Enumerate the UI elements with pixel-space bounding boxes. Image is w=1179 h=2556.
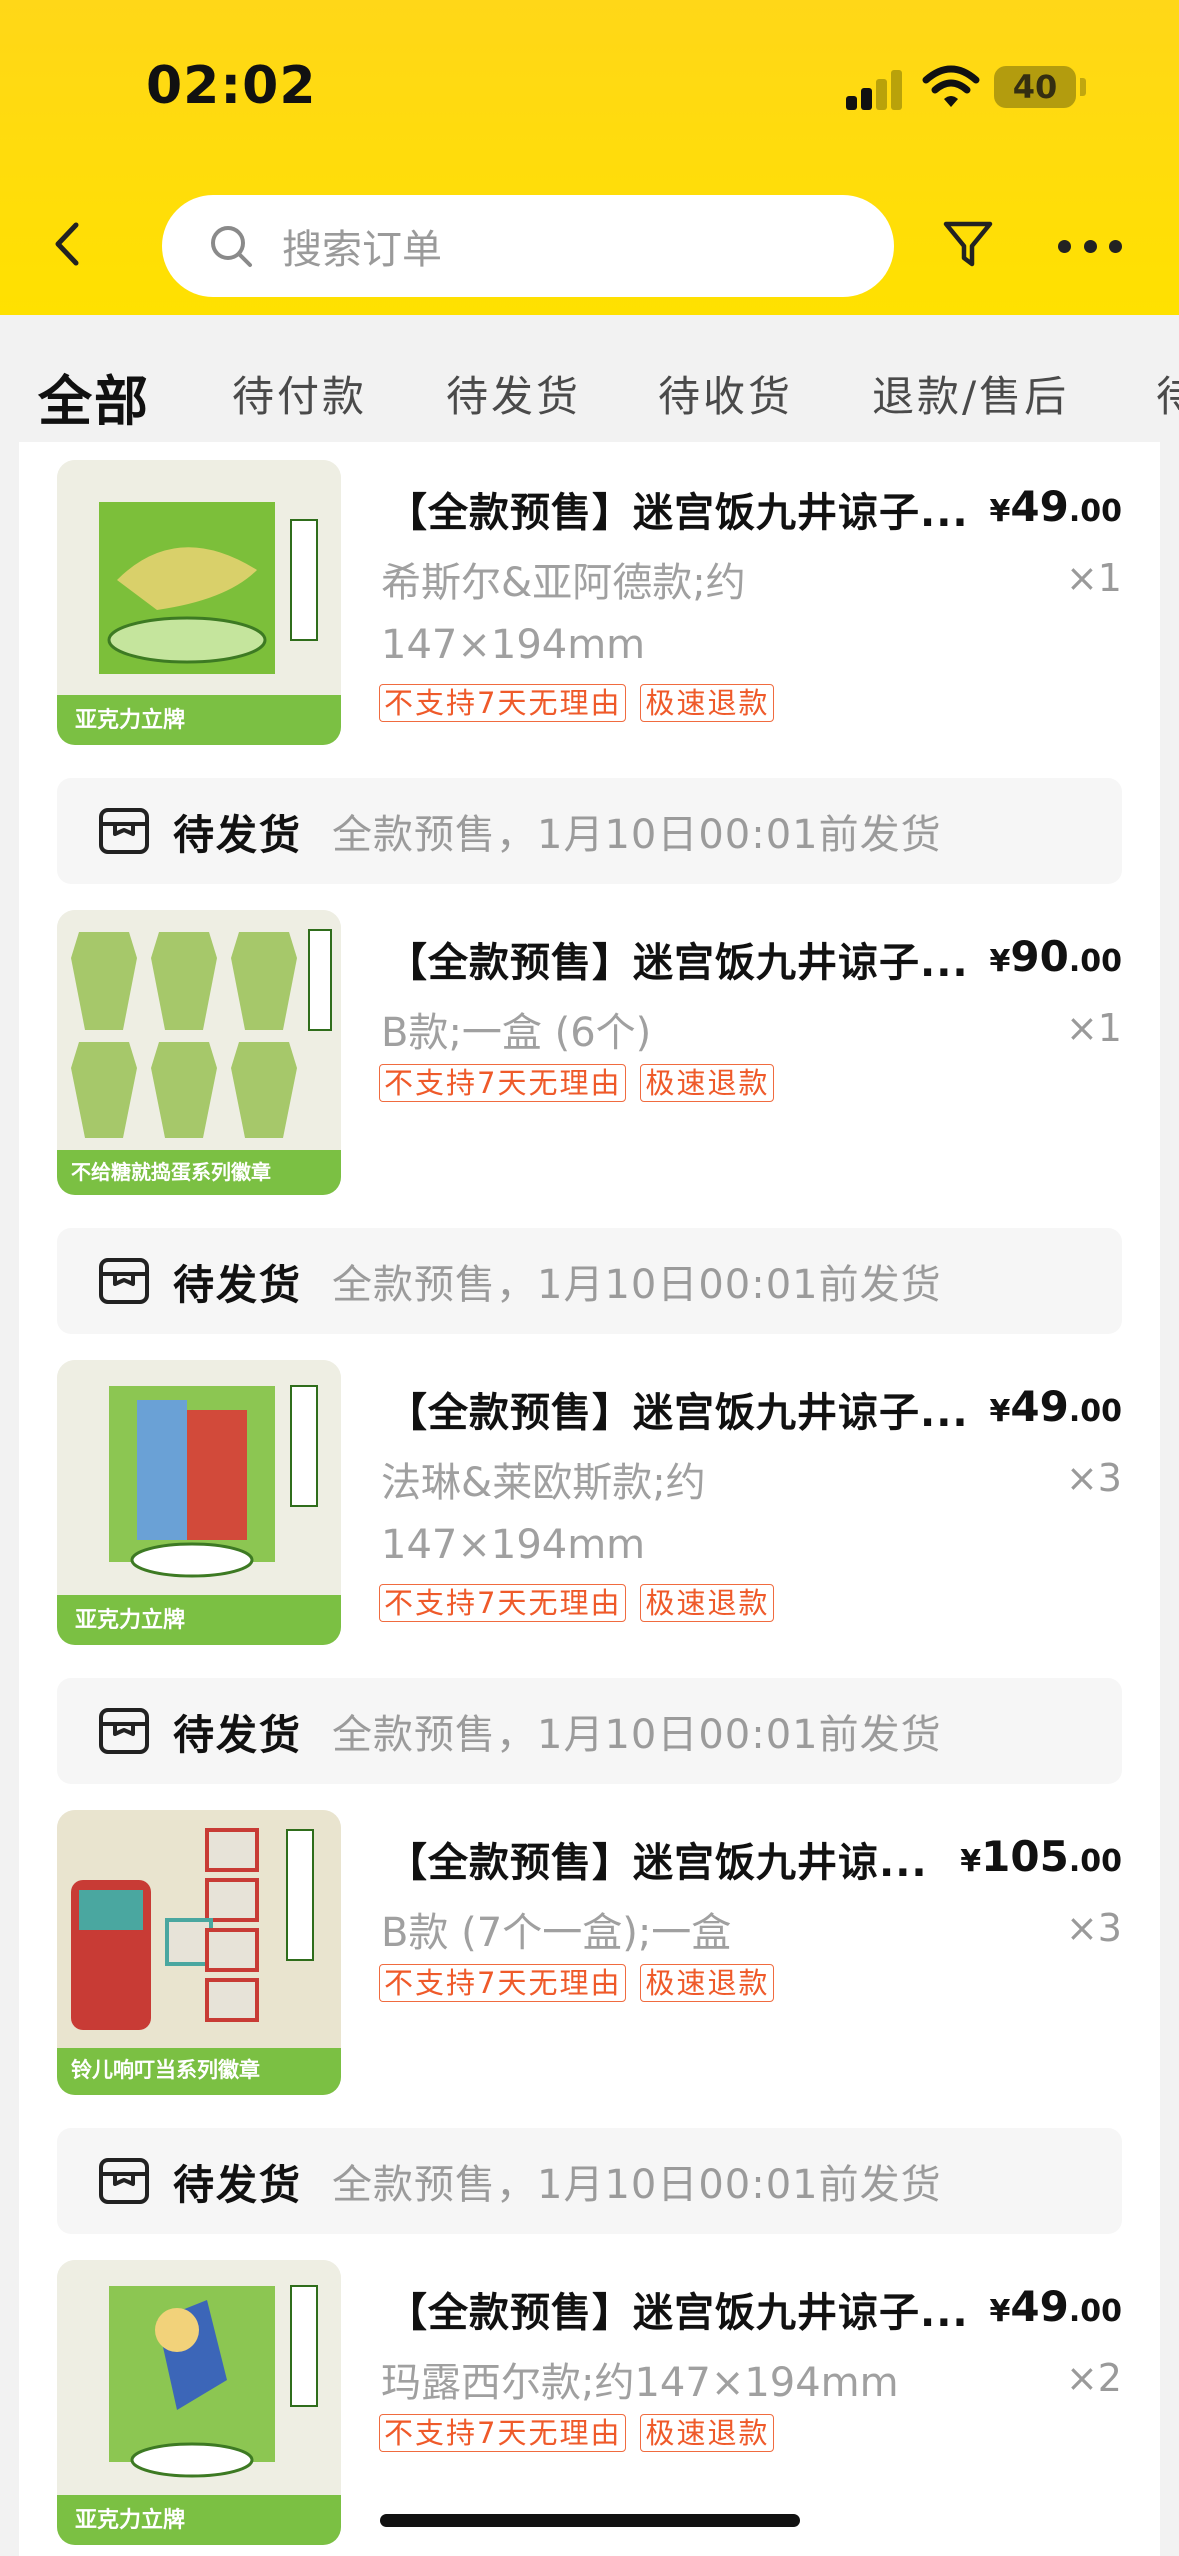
- order-status-bar: 待发货 全款预售，1月10日00:01前发货: [57, 1678, 1122, 1784]
- status-label: 待发货: [173, 1261, 302, 1309]
- product-spec: 玛露西尔款;约147×194mm: [381, 2360, 899, 2406]
- order-status-bar: 待发货 全款预售，1月10日00:01前发货: [57, 778, 1122, 884]
- tab-pending-receipt[interactable]: 待收货: [658, 363, 793, 424]
- tag-no-7day-return: 不支持7天无理由: [379, 684, 627, 722]
- tag-row: 不支持7天无理由 极速退款: [379, 1964, 775, 2002]
- tag-fast-refund: 极速退款: [640, 1964, 775, 2002]
- tab-refund-aftersale[interactable]: 退款/售后: [872, 363, 1069, 424]
- order-item[interactable]: 亚克力立牌 【全款预售】迷宫饭九井谅子... ¥49.00 法琳&莱欧斯款;约1…: [57, 1360, 1122, 1645]
- product-image-badges: [57, 910, 341, 1195]
- order-list[interactable]: 亚克力立牌 【全款预售】迷宫饭九井谅子... ¥49.00 希斯尔&亚阿德款;约…: [19, 442, 1160, 2556]
- product-quantity: ×3: [1065, 1456, 1122, 1500]
- product-title[interactable]: 【全款预售】迷宫饭九井谅子...: [387, 2280, 1019, 2338]
- tag-fast-refund: 极速退款: [640, 2414, 775, 2452]
- product-spec: B款 (7个一盒);一盒: [381, 1910, 732, 1956]
- product-thumbnail[interactable]: 不给糖就捣蛋系列徽章: [57, 910, 341, 1195]
- product-price: ¥49.00: [989, 1382, 1122, 1431]
- product-title[interactable]: 【全款预售】迷宫饭九井谅...: [387, 1830, 987, 1888]
- order-status-bar: 待发货 全款预售，1月10日00:01前发货: [57, 2128, 1122, 2234]
- status-label: 待发货: [173, 2161, 302, 2209]
- product-price: ¥90.00: [989, 932, 1122, 981]
- tab-pending-shipment[interactable]: 待发货: [446, 363, 581, 424]
- tab-pending-payment[interactable]: 待付款: [232, 363, 367, 424]
- status-time: 02:02: [146, 56, 317, 116]
- package-icon: [99, 2158, 149, 2204]
- product-thumbnail[interactable]: 亚克力立牌: [57, 460, 341, 745]
- order-item[interactable]: 铃儿响叮当系列徽章 【全款预售】迷宫饭九井谅... ¥105.00 B款 (7个…: [57, 1810, 1122, 2095]
- thumbnail-caption: 亚克力立牌: [75, 2508, 186, 2533]
- product-title[interactable]: 【全款预售】迷宫饭九井谅子...: [387, 480, 1019, 538]
- order-tabs: 全部 待付款 待发货 待收货 退款/售后 待: [0, 315, 1179, 442]
- status-description: 全款预售，1月10日00:01前发货: [332, 2162, 942, 2208]
- chevron-left-icon: [55, 222, 79, 266]
- status-label: 待发货: [173, 811, 302, 859]
- product-thumbnail[interactable]: 亚克力立牌: [57, 2260, 341, 2545]
- tag-row: 不支持7天无理由 极速退款: [379, 2414, 775, 2452]
- status-description: 全款预售，1月10日00:01前发货: [332, 1712, 942, 1758]
- product-title[interactable]: 【全款预售】迷宫饭九井谅子...: [387, 930, 1019, 988]
- tag-fast-refund: 极速退款: [640, 1064, 775, 1102]
- order-item[interactable]: 不给糖就捣蛋系列徽章 【全款预售】迷宫饭九井谅子... ¥90.00 B款;一盒…: [57, 910, 1122, 1195]
- product-title[interactable]: 【全款预售】迷宫饭九井谅子...: [387, 1380, 1019, 1438]
- product-thumbnail[interactable]: 铃儿响叮当系列徽章: [57, 1810, 341, 2095]
- product-quantity: ×1: [1065, 556, 1122, 600]
- status-label: 待发货: [173, 1711, 302, 1759]
- package-icon: [99, 1708, 149, 1754]
- tag-fast-refund: 极速退款: [640, 1584, 775, 1622]
- tag-no-7day-return: 不支持7天无理由: [379, 1064, 627, 1102]
- status-description: 全款预售，1月10日00:01前发货: [332, 812, 942, 858]
- order-item[interactable]: 亚克力立牌 【全款预售】迷宫饭九井谅子... ¥49.00 希斯尔&亚阿德款;约…: [57, 460, 1122, 745]
- tag-row: 不支持7天无理由 极速退款: [379, 684, 775, 722]
- tag-fast-refund: 极速退款: [640, 684, 775, 722]
- tab-overflow[interactable]: 待: [1156, 363, 1179, 424]
- tag-no-7day-return: 不支持7天无理由: [379, 1584, 627, 1622]
- filter-icon[interactable]: [940, 216, 996, 272]
- search-icon: [211, 226, 252, 267]
- product-spec: 法琳&莱欧斯款;约147×194mm: [381, 1460, 706, 1568]
- tab-all[interactable]: 全部: [38, 357, 150, 436]
- product-price: ¥49.00: [989, 2282, 1122, 2331]
- product-quantity: ×3: [1065, 1906, 1122, 1950]
- product-price: ¥105.00: [960, 1832, 1122, 1881]
- tag-no-7day-return: 不支持7天无理由: [379, 1964, 627, 2002]
- thumbnail-caption: 亚克力立牌: [75, 708, 186, 733]
- package-icon: [99, 1258, 149, 1304]
- back-button[interactable]: [52, 215, 100, 273]
- product-spec: 希斯尔&亚阿德款;约147×194mm: [381, 560, 746, 668]
- product-quantity: ×1: [1065, 1006, 1122, 1050]
- product-image-badges: [57, 1810, 341, 2095]
- thumbnail-caption: 不给糖就捣蛋系列徽章: [71, 1160, 271, 1184]
- thumbnail-caption: 亚克力立牌: [75, 1608, 186, 1633]
- wifi-icon: [922, 65, 980, 107]
- app-header: 02:02 40 搜索订单: [0, 0, 1179, 315]
- more-dots-icon[interactable]: [1058, 236, 1122, 256]
- order-item[interactable]: 亚克力立牌 【全款预售】迷宫饭九井谅子... ¥49.00 玛露西尔款;约147…: [57, 2260, 1122, 2545]
- product-thumbnail[interactable]: 亚克力立牌: [57, 1360, 341, 1645]
- search-input[interactable]: 搜索订单: [162, 195, 894, 297]
- search-placeholder: 搜索订单: [282, 227, 442, 273]
- package-icon: [99, 808, 149, 854]
- product-spec: B款;一盒 (6个): [381, 1010, 652, 1056]
- battery-indicator: 40: [994, 66, 1076, 108]
- tag-no-7day-return: 不支持7天无理由: [379, 2414, 627, 2452]
- product-quantity: ×2: [1065, 2356, 1122, 2400]
- battery-tip: [1080, 78, 1086, 96]
- product-price: ¥49.00: [989, 482, 1122, 531]
- thumbnail-caption: 铃儿响叮当系列徽章: [71, 2058, 260, 2082]
- cellular-signal-icon: [846, 68, 904, 110]
- home-indicator[interactable]: [380, 2514, 800, 2527]
- tag-row: 不支持7天无理由 极速退款: [379, 1584, 775, 1622]
- order-status-bar: 待发货 全款预售，1月10日00:01前发货: [57, 1228, 1122, 1334]
- tag-row: 不支持7天无理由 极速退款: [379, 1064, 775, 1102]
- status-description: 全款预售，1月10日00:01前发货: [332, 1262, 942, 1308]
